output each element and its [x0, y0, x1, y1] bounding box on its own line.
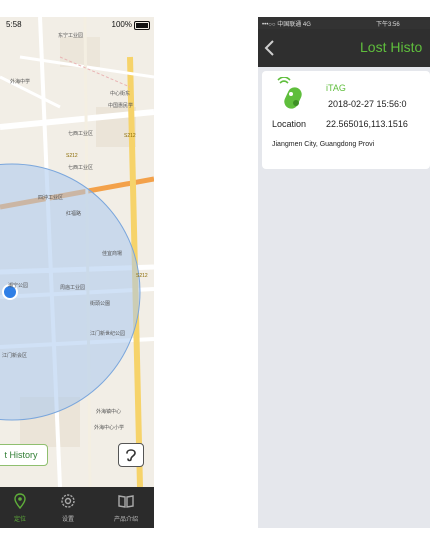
- tab-locate[interactable]: 定位: [0, 487, 40, 528]
- status-time: 下午3:56: [376, 22, 400, 28]
- ring-device-button[interactable]: [118, 443, 144, 467]
- location-label: Location: [272, 119, 307, 129]
- tab-product-intro[interactable]: 产品介绍: [106, 487, 146, 528]
- battery-icon: [134, 21, 150, 30]
- tab-label: 产品介绍: [113, 517, 138, 523]
- map-label: 江门新会区: [2, 352, 27, 359]
- map-label: 东宁工业园: [58, 32, 83, 39]
- map-label: 外海中心小学: [94, 424, 124, 431]
- location-pin-icon: [14, 493, 26, 509]
- map-label: 潮宁公园: [8, 282, 28, 289]
- map-label: S212: [66, 153, 78, 159]
- record-datetime: 2018-02-27 15:56:0: [328, 99, 407, 109]
- lost-history-button[interactable]: t History: [0, 444, 48, 466]
- map-label: 周庙工业园: [60, 284, 85, 291]
- carrier-label: •••○○ 中国联通 4G: [262, 22, 311, 28]
- gear-icon: [61, 494, 75, 508]
- tab-label: 设置: [61, 517, 74, 523]
- map-label: 外海镇中心: [96, 408, 121, 415]
- device-name: iTAG: [326, 83, 346, 93]
- book-icon: [118, 495, 134, 508]
- map-label: 七西工业区: [68, 130, 93, 137]
- right-phone-screen: •••○○ 中国联通 4G 下午3:56 Lost Histo iTAG 201…: [258, 17, 430, 528]
- page-title: Lost Histo: [360, 39, 423, 55]
- left-phone-screen: 东宁工业园 中心街东 外海中学 中国惠民学 七西工业区 七西工业区 S212 四…: [0, 17, 154, 528]
- map-label: 中心街东: [110, 90, 130, 97]
- tab-settings[interactable]: 设置: [48, 487, 88, 528]
- map-label: 江门新世纪公园: [90, 330, 125, 337]
- ear-icon: [126, 449, 136, 462]
- status-time: 5:58: [6, 20, 22, 29]
- nav-bar: Lost Histo: [258, 29, 430, 67]
- map-label: 外海中学: [10, 78, 30, 85]
- location-coordinates: 22.565016,113.1516: [326, 119, 408, 129]
- map-label: 七西工业区: [68, 164, 93, 171]
- map-label: 佳宜商場: [102, 250, 122, 257]
- map-label: 街頭公園: [90, 300, 110, 307]
- map-label: 中国惠民学: [108, 102, 133, 109]
- map-view[interactable]: 东宁工业园 中心街东 外海中学 中国惠民学 七西工业区 七西工业区 S212 四…: [0, 17, 154, 487]
- status-bar: 5:58 100%: [0, 17, 154, 33]
- bottom-tab-bar: 定位 设置 产品介绍: [0, 487, 154, 528]
- map-label: S212: [136, 273, 148, 279]
- itag-device-icon: [277, 77, 302, 109]
- back-chevron-icon[interactable]: [262, 39, 278, 57]
- battery-percent: 100%: [111, 20, 132, 29]
- map-label: 红福路: [66, 210, 81, 217]
- tab-label: 定位: [13, 517, 26, 523]
- map-label: S212: [124, 133, 136, 139]
- status-bar: •••○○ 中国联通 4G 下午3:56: [258, 17, 430, 29]
- location-address: Jiangmen City, Guangdong Provi: [272, 141, 375, 148]
- lost-history-record[interactable]: iTAG 2018-02-27 15:56:0 Location 22.5650…: [262, 71, 430, 169]
- map-label: 四沖工业区: [38, 194, 63, 201]
